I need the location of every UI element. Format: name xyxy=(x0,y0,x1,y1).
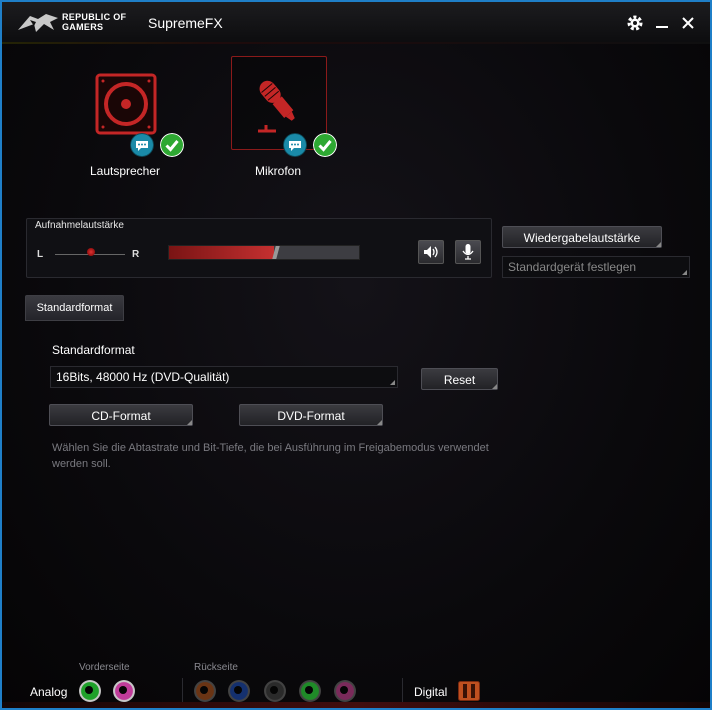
device-label-speaker: Lautsprecher xyxy=(89,164,161,178)
dvd-format-button[interactable]: DVD-Format xyxy=(239,404,383,426)
front-jack-green[interactable] xyxy=(79,680,101,702)
front-jack-pink[interactable] xyxy=(113,680,135,702)
supremefx-window: REPUBLIC OF GAMERS SupremeFX Lautspreche… xyxy=(0,0,712,710)
bottom-glow xyxy=(2,702,710,708)
microphone-icon xyxy=(258,80,295,133)
close-icon[interactable] xyxy=(678,13,698,33)
divider xyxy=(402,678,403,702)
recording-volume-bar[interactable] xyxy=(168,245,360,260)
title-bar: REPUBLIC OF GAMERS SupremeFX xyxy=(2,2,710,44)
brand-text: REPUBLIC OF GAMERS xyxy=(62,12,127,32)
set-default-device-dropdown[interactable]: Standardgerät festlegen xyxy=(502,256,690,278)
microphone-small-icon xyxy=(462,244,474,260)
chat-bubble-icon xyxy=(283,133,307,157)
device-microphone[interactable]: Mikrofon xyxy=(230,55,337,180)
playback-volume-button[interactable]: Wiedergabelautstärke xyxy=(502,226,662,248)
device-speaker[interactable]: Lautsprecher xyxy=(78,57,198,182)
rog-logo-icon xyxy=(18,14,58,32)
speaker-icon xyxy=(95,73,157,135)
checkmark-icon xyxy=(313,133,337,157)
reset-button[interactable]: Reset xyxy=(421,368,498,390)
recording-volume-title: Aufnahmelautstärke xyxy=(35,220,124,231)
front-label: Vorderseite xyxy=(79,662,130,673)
speaker-mute-button[interactable] xyxy=(418,240,444,264)
rear-jack-green[interactable] xyxy=(299,680,321,702)
gear-icon[interactable] xyxy=(625,13,645,33)
balance-left-label: L xyxy=(37,249,44,260)
minimize-icon[interactable] xyxy=(652,13,672,33)
cd-format-button[interactable]: CD-Format xyxy=(49,404,193,426)
rear-jack-black[interactable] xyxy=(264,680,286,702)
format-select[interactable]: 16Bits, 48000 Hz (DVD-Qualität) xyxy=(50,366,398,388)
rear-jack-pink[interactable] xyxy=(334,680,356,702)
microphone-mute-button[interactable] xyxy=(455,240,481,264)
device-label-microphone: Mikrofon xyxy=(254,164,301,178)
rear-jack-blue[interactable] xyxy=(228,680,250,702)
balance-slider-thumb[interactable] xyxy=(87,248,95,256)
format-description: Wählen Sie die Abtastrate und Bit-Tiefe,… xyxy=(52,442,489,470)
recording-volume-panel: Aufnahmelautstärke L R xyxy=(26,218,492,278)
balance-right-label: R xyxy=(132,249,140,260)
tab-standardformat[interactable]: Standardformat xyxy=(25,295,124,321)
chat-bubble-icon xyxy=(130,133,154,157)
checkmark-icon xyxy=(160,133,184,157)
divider xyxy=(182,678,183,702)
digital-port-icon[interactable] xyxy=(458,681,480,701)
format-heading: Standardformat xyxy=(52,343,135,357)
recording-volume-fill xyxy=(169,246,274,259)
analog-label: Analog xyxy=(30,685,68,699)
digital-label: Digital xyxy=(414,685,448,699)
rear-jack-orange[interactable] xyxy=(194,680,216,702)
app-title: SupremeFX xyxy=(148,15,223,31)
rear-label: Rückseite xyxy=(194,662,238,673)
speaker-volume-icon xyxy=(424,246,438,258)
